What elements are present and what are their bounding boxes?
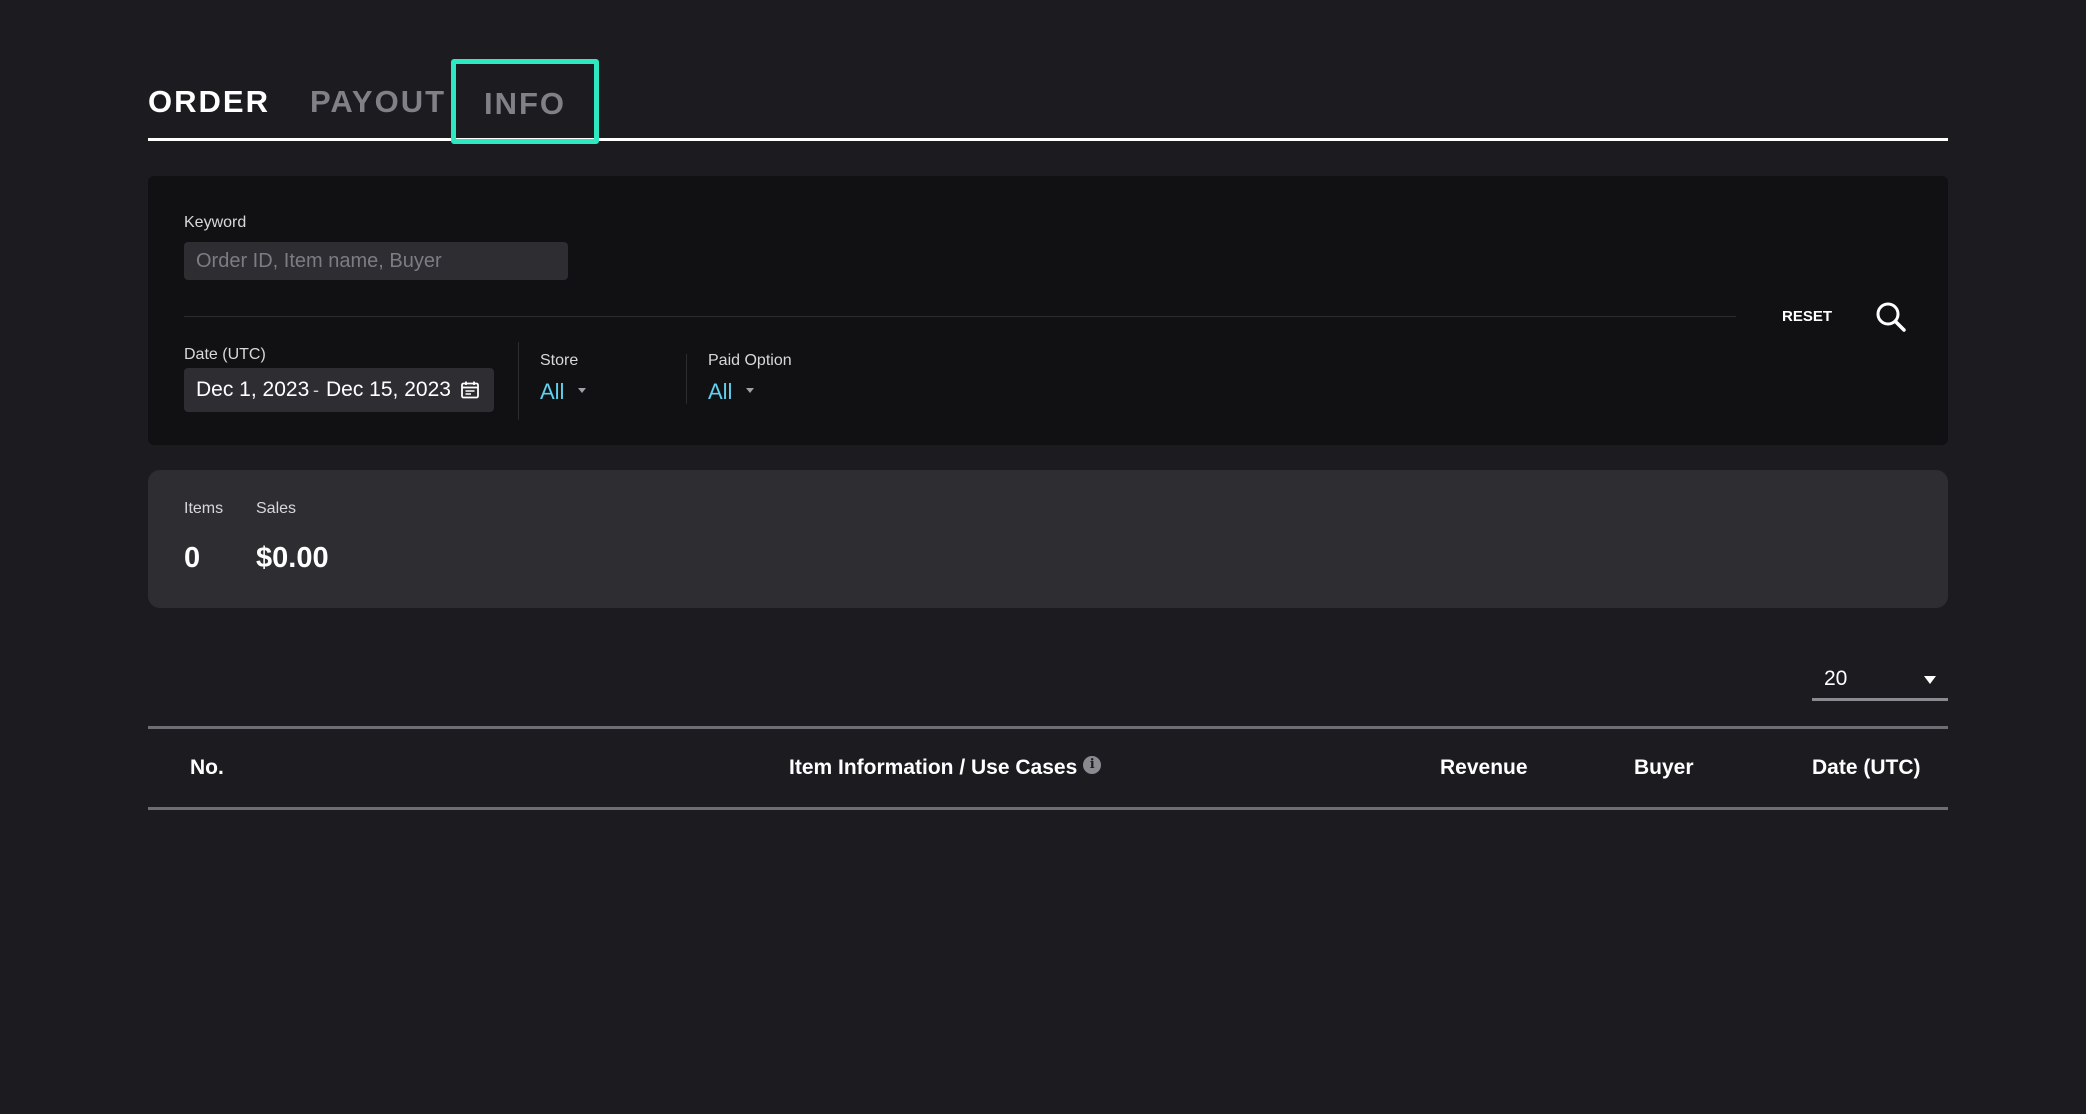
filter-separator: [686, 354, 687, 404]
date-label: Date (UTC): [184, 346, 266, 363]
items-label: Items: [184, 500, 224, 517]
column-header-no: No.: [190, 756, 224, 779]
filter-divider: [184, 316, 1736, 317]
store-select[interactable]: All: [540, 376, 587, 408]
keyword-input[interactable]: [184, 242, 568, 280]
column-header-item-information-label: Item Information / Use Cases: [789, 756, 1078, 779]
items-count: 0: [184, 542, 201, 574]
keyword-label: Keyword: [184, 214, 247, 231]
date-range-picker[interactable]: Dec 1, 2023 - Dec 15, 2023: [184, 368, 494, 412]
store-select-value: All: [540, 379, 565, 404]
tab-info[interactable]: INFO: [451, 59, 599, 144]
search-icon[interactable]: [1874, 300, 1908, 334]
paid-option-select[interactable]: All: [708, 376, 755, 408]
column-header-date: Date (UTC): [1812, 756, 1921, 779]
paid-option-select-value: All: [708, 379, 733, 404]
tab-bar: ORDER PAYOUT INFO: [148, 59, 1948, 144]
info-icon[interactable]: i: [1083, 756, 1102, 775]
column-header-revenue: Revenue: [1440, 756, 1528, 779]
chevron-down-icon: [578, 387, 587, 393]
filter-panel: Keyword Date (UTC) Dec 1, 2023 - Dec 15,…: [148, 176, 1948, 445]
column-header-item-information: Item Information / Use Cases i: [789, 729, 1102, 807]
tab-payout[interactable]: PAYOUT: [310, 59, 446, 140]
date-start: Dec 1, 2023: [196, 378, 310, 401]
store-label: Store: [540, 352, 579, 369]
page-size-select[interactable]: 20: [1812, 662, 1948, 701]
filter-separator: [518, 342, 519, 420]
page: ORDER PAYOUT INFO Keyword Date (UTC) Dec…: [0, 0, 2086, 1114]
column-header-buyer: Buyer: [1634, 756, 1694, 779]
calendar-icon[interactable]: [460, 380, 480, 400]
paid-option-label: Paid Option: [708, 352, 792, 369]
tab-order[interactable]: ORDER: [148, 59, 270, 140]
summary-panel: Items 0 Sales $0.00: [148, 470, 1948, 608]
sales-total: $0.00: [256, 542, 329, 574]
date-separator: -: [313, 380, 319, 400]
date-end: Dec 15, 2023: [326, 378, 451, 401]
reset-button[interactable]: RESET: [1782, 304, 1832, 330]
chevron-down-icon: [746, 387, 755, 393]
sales-label: Sales: [256, 500, 297, 517]
chevron-down-icon: [1924, 676, 1936, 684]
table-header: No. Item Information / Use Cases i Revenu…: [148, 726, 1948, 810]
page-size-value: 20: [1824, 667, 1848, 690]
